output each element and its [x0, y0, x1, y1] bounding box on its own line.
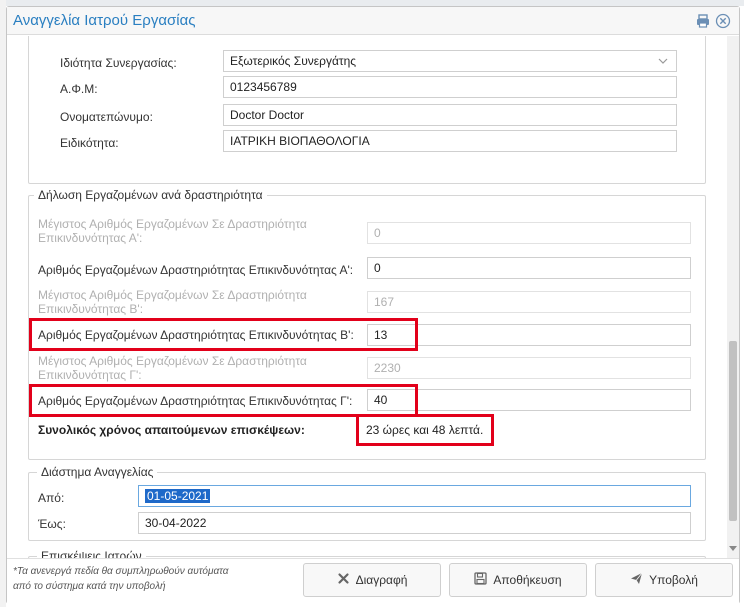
chevron-down-icon: [658, 55, 668, 69]
save-button-label: Αποθήκευση: [493, 573, 562, 587]
max-a-input: 0: [367, 222, 691, 244]
specialty-input[interactable]: ΙΑΤΡΙΚΗ ΒΙΟΠΑΘΟΛΟΓΙΑ: [223, 130, 677, 152]
footer-note-line2: από το σύστημα κατά την υποβολή: [13, 581, 166, 592]
submit-button-label: Υποβολή: [649, 573, 698, 587]
count-a-input[interactable]: 0: [367, 257, 691, 279]
fullname-input[interactable]: Doctor Doctor: [223, 104, 677, 126]
announcement-dialog: Αναγγελία Ιατρού Εργασίας Ιδιότητα Συνερ…: [6, 6, 740, 604]
print-icon[interactable]: [695, 13, 711, 29]
floppy-icon: [474, 572, 488, 588]
max-c-label-line2: Επικινδυνότητας Γ':: [38, 368, 142, 382]
max-a-label-line2: Επικινδυνότητας Α':: [38, 231, 143, 245]
cooperation-value: Εξωτερικός Συνεργάτης: [230, 54, 357, 68]
highlight-total-time: [356, 414, 494, 446]
submit-button[interactable]: Υποβολή: [595, 563, 733, 597]
to-date-input[interactable]: 30-04-2022: [138, 512, 691, 534]
dialog-content[interactable]: Ιδιότητα Συνεργασίας: Εξωτερικός Συνεργά…: [7, 36, 727, 558]
visits-legend: Επισκέψεις Ιατρών: [37, 549, 146, 558]
delete-button-label: Διαγραφή: [355, 573, 408, 587]
dialog-title: Αναγγελία Ιατρού Εργασίας: [13, 12, 196, 29]
x-icon: [337, 572, 350, 588]
specialty-label: Ειδικότητα:: [60, 136, 119, 150]
max-a-label-line1: Μέγιστος Αριθμός Εργαζομένων Σε Δραστηρι…: [38, 217, 307, 231]
from-date-input[interactable]: 01-05-2021: [138, 485, 691, 507]
count-a-label: Αριθμός Εργαζομένων Δραστηριότητας Επικι…: [38, 263, 354, 277]
scrollbar-thumb[interactable]: [729, 341, 737, 521]
max-b-input: 167: [367, 291, 691, 313]
dialog-footer: *Τα ανενεργά πεδία θα συμπληρωθούν αυτόμ…: [7, 558, 739, 604]
from-date-value: 01-05-2021: [145, 489, 211, 503]
max-c-input: 2230: [367, 357, 691, 379]
max-c-label-line1: Μέγιστος Αριθμός Εργαζομένων Σε Δραστηρι…: [38, 354, 307, 368]
afm-input[interactable]: 0123456789: [223, 76, 677, 98]
total-time-label: Συνολικός χρόνος απαιτούμενων επισκέψεων…: [38, 423, 305, 437]
highlight-count-c: [29, 384, 418, 417]
max-b-label-line2: Επικινδυνότητας Β':: [38, 302, 144, 316]
titlebar-icons: [695, 13, 731, 29]
fullname-label: Ονοματεπώνυμο:: [60, 110, 153, 124]
cooperation-select[interactable]: Εξωτερικός Συνεργάτης: [223, 50, 677, 72]
dialog-titlebar: Αναγγελία Ιατρού Εργασίας: [7, 7, 739, 35]
cooperation-label: Ιδιότητα Συνεργασίας:: [60, 56, 177, 70]
period-legend: Διάστημα Αναγγελίας: [37, 465, 158, 479]
footer-note-line1: *Τα ανενεργά πεδία θα συμπληρωθούν αυτόμ…: [13, 566, 229, 577]
employees-legend: Δήλωση Εργαζομένων ανά δραστηριότητα: [34, 188, 267, 202]
footer-note: *Τα ανενεργά πεδία θα συμπληρωθούν αυτόμ…: [13, 564, 273, 594]
afm-label: Α.Φ.Μ:: [60, 82, 98, 96]
save-button[interactable]: Αποθήκευση: [449, 563, 587, 597]
from-label: Από:: [38, 491, 65, 505]
to-label: Έως:: [38, 517, 66, 531]
close-icon[interactable]: [715, 13, 731, 29]
delete-button[interactable]: Διαγραφή: [303, 563, 441, 597]
scroll-down-arrow[interactable]: [729, 546, 737, 551]
paper-plane-icon: [630, 572, 643, 588]
highlight-count-b: [29, 318, 418, 351]
content-scrollbar[interactable]: [727, 36, 739, 558]
max-b-label-line1: Μέγιστος Αριθμός Εργαζομένων Σε Δραστηρι…: [38, 288, 307, 302]
